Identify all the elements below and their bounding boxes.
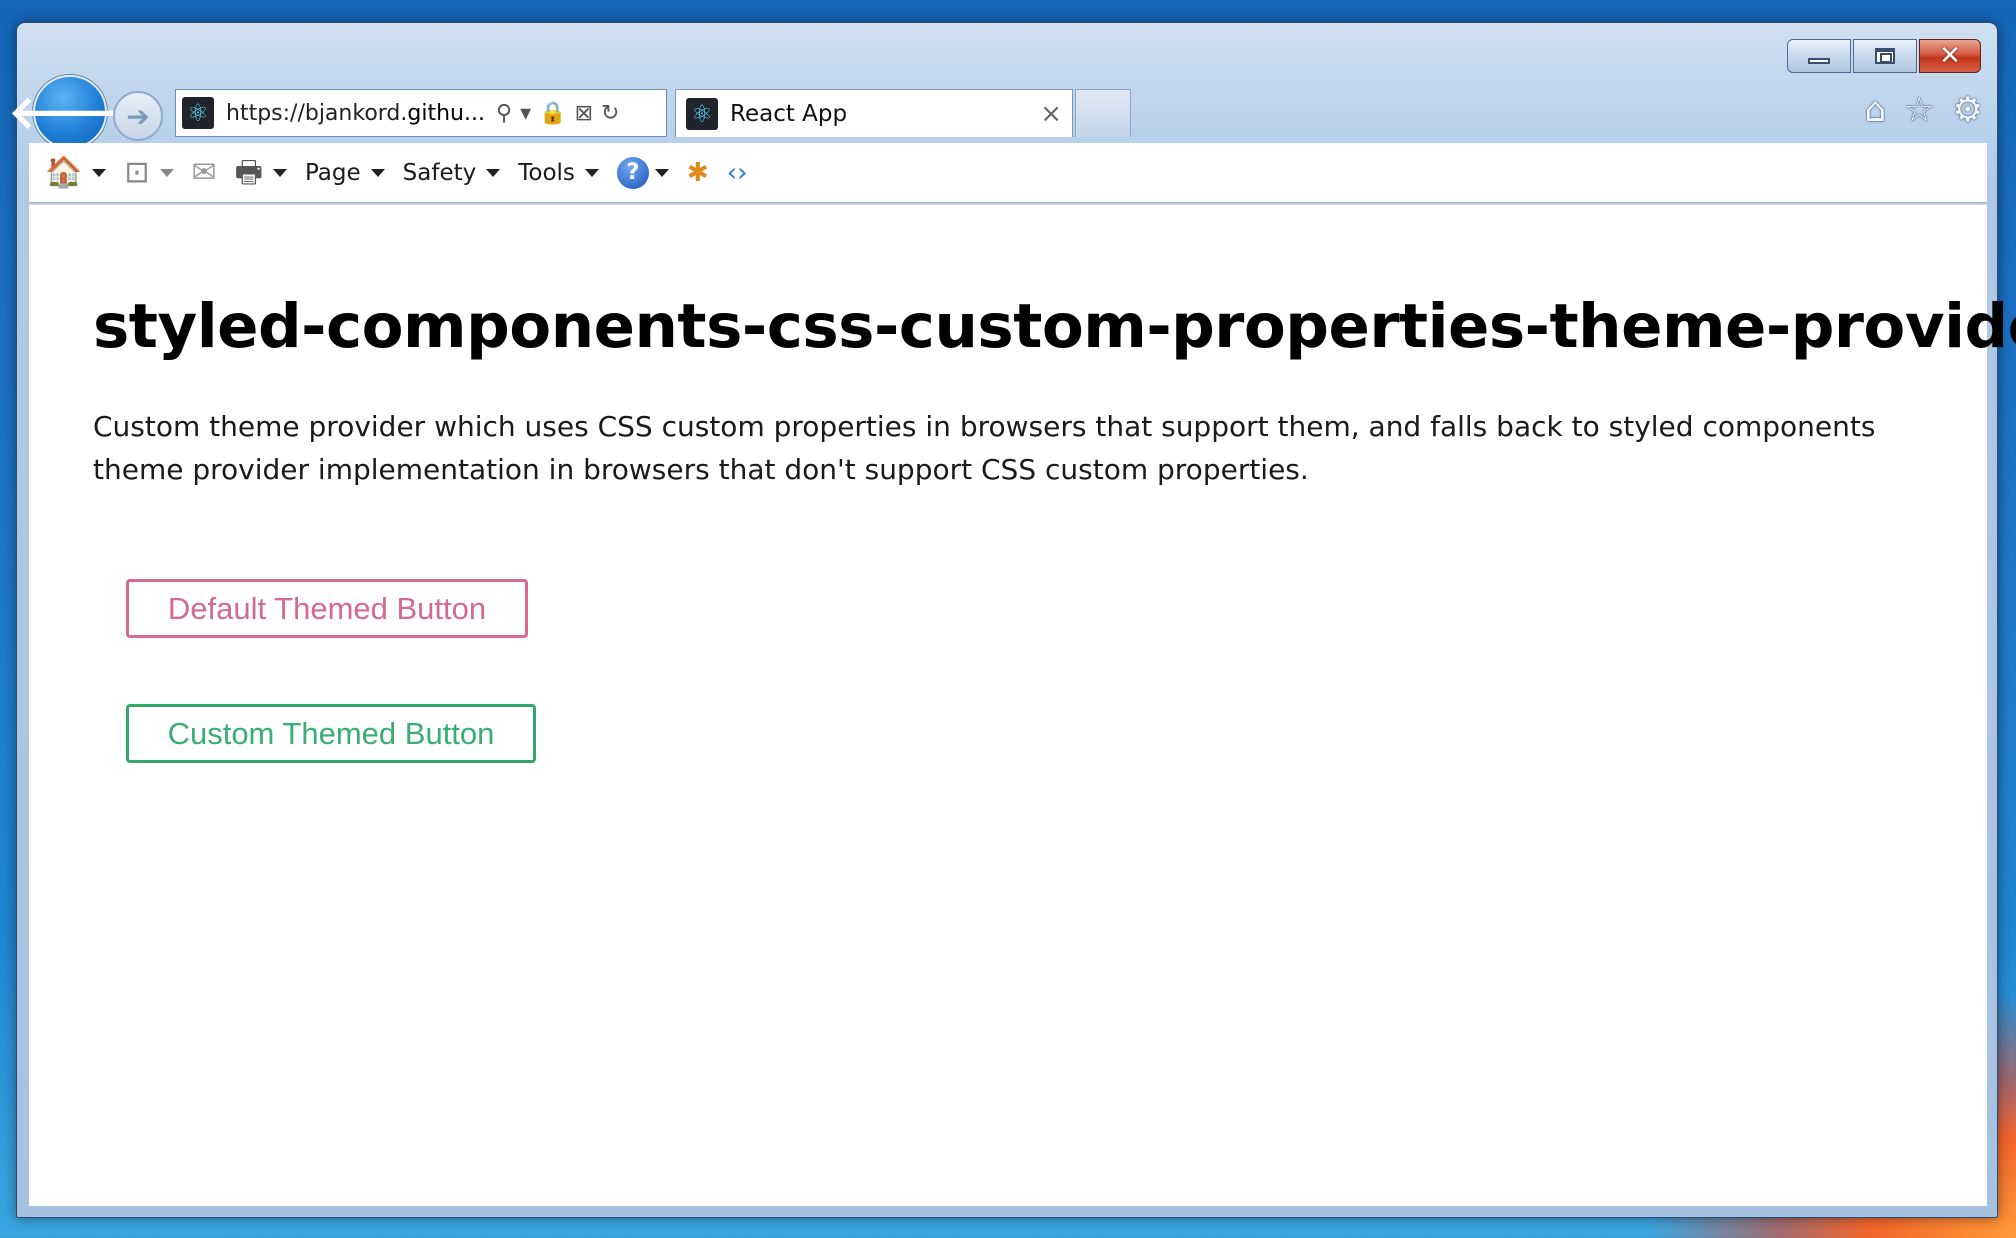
developer-tools-icon: ‹› [726, 157, 748, 188]
refresh-icon[interactable]: ↻ [601, 101, 619, 126]
tab-react-app[interactable]: ⚛ React App × [675, 89, 1073, 137]
home-icon[interactable]: ⌂ [1864, 93, 1886, 127]
read-mail-button[interactable]: ✉ [191, 154, 217, 190]
command-bar: 🏠 ⊡ ✉ 🖶 Page Safety Tools ? ✱ ‹› [29, 143, 1987, 203]
forward-arrow-icon: ➔ [126, 99, 150, 133]
chevron-down-icon [486, 168, 501, 177]
chevron-down-icon [92, 168, 107, 177]
chevron-down-icon [584, 168, 599, 177]
browser-right-icons: ⌂ ☆ ⚙ [1846, 93, 1983, 127]
chevron-down-icon [159, 168, 174, 177]
default-themed-button[interactable]: Default Themed Button [126, 579, 528, 638]
address-url[interactable]: https://bjankord.githu... [226, 101, 484, 126]
favorites-star-icon[interactable]: ☆ [1904, 93, 1934, 127]
feeds-menu[interactable]: ⊡ [124, 154, 174, 190]
tab-close-icon[interactable]: × [1040, 99, 1062, 129]
react-favicon-icon: ⚛ [686, 97, 718, 130]
page-content: styled-components-css-custom-properties-… [29, 204, 2016, 1206]
new-tab-button[interactable] [1075, 89, 1131, 137]
help-icon: ? [616, 156, 649, 189]
close-icon: ✕ [1939, 41, 1961, 71]
rss-feed-icon: ⊡ [124, 154, 150, 190]
react-favicon-icon: ⚛ [182, 97, 214, 129]
developer-tools-button[interactable]: ‹› [727, 160, 748, 186]
back-button[interactable]: 🡐 [8, 75, 132, 149]
minimize-button[interactable] [1787, 39, 1851, 73]
close-window-button[interactable]: ✕ [1919, 39, 1981, 73]
bug-icon: ✱ [686, 157, 709, 188]
chevron-down-icon [272, 168, 287, 177]
tab-title: React App [730, 100, 848, 127]
search-icon[interactable]: ⚲ [496, 101, 512, 126]
print-icon: 🖶 [234, 154, 263, 190]
page-title: styled-components-css-custom-properties-… [93, 291, 2016, 362]
restore-button[interactable] [1853, 39, 1917, 73]
home-menu[interactable]: 🏠 [45, 154, 107, 190]
custom-themed-button[interactable]: Custom Themed Button [126, 704, 536, 763]
address-bar[interactable]: ⚛ https://bjankord.githu... ⚲ ▾ 🔒 ⊠ ↻ [175, 89, 667, 137]
search-dropdown-icon[interactable]: ▾ [520, 101, 531, 126]
page-menu[interactable]: Page [305, 160, 385, 186]
forward-button[interactable]: ➔ [113, 91, 163, 141]
print-menu[interactable]: 🖶 [234, 154, 287, 190]
page-description: Custom theme provider which uses CSS cus… [93, 410, 1876, 486]
compat-view-icon[interactable]: ⊠ [575, 101, 593, 126]
browser-window: ✕ 🡐 ➔ ⚛ https://bjankord.githu... ⚲ ▾ 🔒 … [8, 22, 2016, 1218]
safety-menu-label: Safety [402, 159, 477, 186]
chevron-down-icon [370, 168, 385, 177]
url-host: githu... [407, 100, 484, 126]
tools-menu-label: Tools [518, 159, 575, 186]
page-menu-label: Page [304, 159, 361, 186]
bug-button[interactable]: ✱ [687, 160, 709, 186]
window-caption-buttons: ✕ [1785, 39, 1981, 73]
tools-menu[interactable]: Tools [518, 160, 599, 186]
restore-icon [1875, 48, 1895, 64]
mail-icon: ✉ [191, 154, 217, 190]
url-prefix: https://bjankord. [226, 100, 408, 126]
settings-gear-icon[interactable]: ⚙ [1953, 93, 1983, 127]
chevron-down-icon [654, 168, 669, 177]
lock-icon[interactable]: 🔒 [539, 101, 566, 126]
address-bar-icons: ⚲ ▾ 🔒 ⊠ ↻ [492, 101, 623, 126]
home-icon: 🏠 [45, 154, 83, 190]
help-menu[interactable]: ? [616, 156, 669, 189]
minimize-icon [1808, 58, 1830, 64]
safety-menu[interactable]: Safety [403, 160, 501, 186]
